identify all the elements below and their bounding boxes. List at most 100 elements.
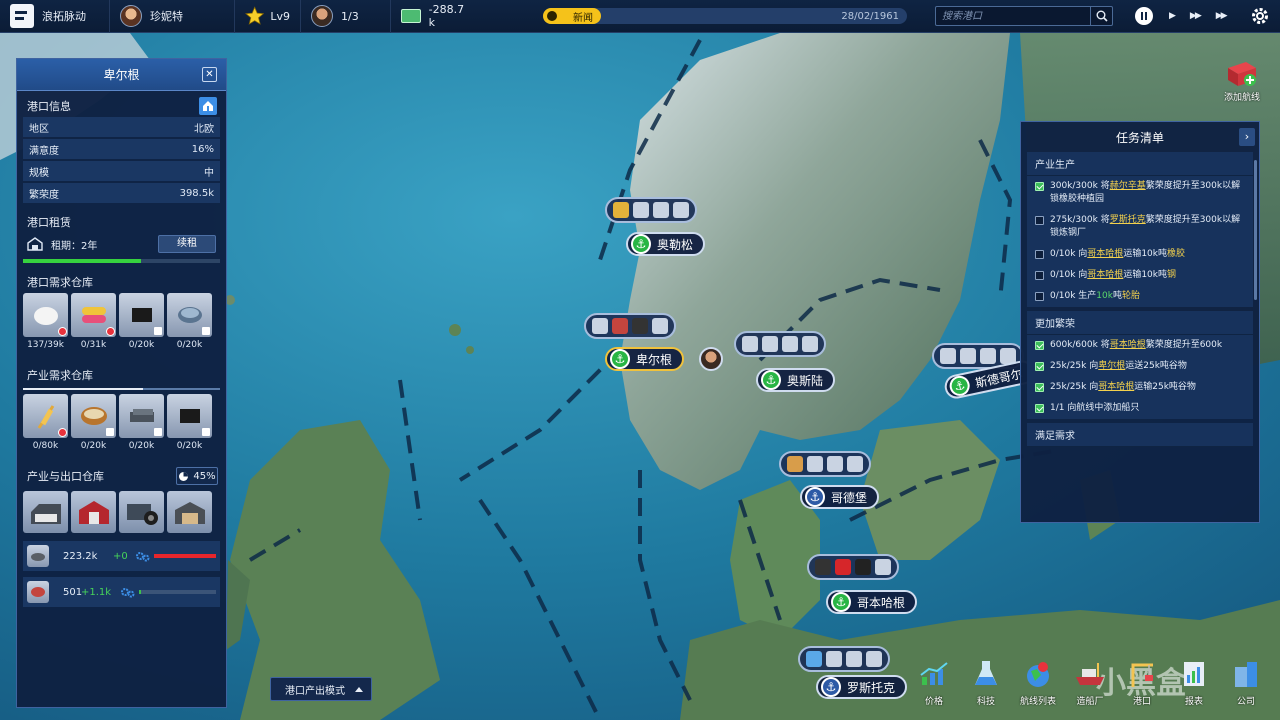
task-item[interactable]: 0/10k 向哥本哈根运输10k吨钢 [1027,265,1253,286]
dock-price-button[interactable]: 价格 [908,656,960,707]
dock-port-button[interactable]: 港口 [1116,656,1168,707]
task-item[interactable]: 0/10k 向哥本哈根运输10k吨橡胶 [1027,244,1253,265]
task-port-link[interactable]: 罗斯托克 [1110,215,1146,225]
task-port-link[interactable]: 赫尔辛基 [1110,181,1146,191]
section-port-demand: 港口需求仓库 [17,271,226,293]
news-ticker[interactable]: 新闻 28/02/1961 [543,8,907,24]
search-icon[interactable] [1090,7,1112,25]
news-button[interactable]: 新闻 [543,8,601,24]
port-name: 哥本哈根 [857,595,906,610]
production-row[interactable]: 223.2k +0 [23,541,220,571]
info-key: 满意度 [29,145,59,157]
port-info-icon[interactable] [199,97,217,115]
captain-avatar-icon[interactable] [699,347,723,371]
task-item[interactable]: 25k/25k 向哥本哈根运输25k吨谷物 [1027,377,1253,398]
port-marker-bergen[interactable]: ⚓ 卑尔根 [605,347,685,371]
checked-checkbox-icon [1035,341,1044,350]
slot-amount: 0/20k [176,441,203,451]
port-cargo-pill[interactable] [807,554,899,580]
task-item[interactable]: 275k/300k 将罗斯托克繁荣度提升至300k以解锁炼钢厂 [1027,210,1253,244]
export-percent-button[interactable]: 45% [176,467,218,485]
factory-icon[interactable] [23,491,68,533]
port-cargo-pill[interactable] [605,197,697,223]
play-speed-1-button[interactable]: ▶ [1169,11,1176,21]
task-group-title[interactable]: 更加繁荣 [1027,311,1253,335]
tire-factory-icon[interactable] [119,491,164,533]
port-cargo-pill[interactable] [798,646,890,672]
play-speed-2-button[interactable]: ▶▶ [1190,11,1202,21]
task-item[interactable]: 25k/25k 向卑尔根运送25k吨谷物 [1027,356,1253,377]
fabric-icon[interactable] [71,293,116,337]
task-group: 产业生产 300k/300k 将赫尔辛基繁荣度提升至300k以解锁橡胶种植园 275… [1027,152,1253,307]
port-marker-rostock[interactable]: ⚓ 罗斯托克 [816,675,908,699]
dock-report-button[interactable]: 报表 [1168,656,1220,707]
add-route-button[interactable]: 添加航线 [1220,58,1264,103]
task-text-part: 运输25k吨谷物 [1134,382,1196,392]
task-item[interactable]: 600k/600k 将哥本哈根繁荣度提升至600k [1027,335,1253,356]
section-port-info: 港口信息 [17,95,226,117]
level-segment[interactable]: Lv9 [235,0,301,33]
steel-icon[interactable] [119,394,164,438]
barn-icon[interactable] [71,491,116,533]
company-icon [1228,656,1264,692]
task-port-link[interactable]: 哥本哈根 [1087,249,1123,259]
port-marker-oslo[interactable]: ⚓ 奥斯陆 [756,368,836,392]
meat-icon [612,318,628,334]
task-text: 275k/300k 将罗斯托克繁荣度提升至300k以解锁炼钢厂 [1050,214,1247,240]
player-segment[interactable]: 珍妮特 [110,0,235,33]
money-value: -288.7 k [428,3,465,29]
port-cargo-pill[interactable] [779,451,871,477]
info-value: 北欧 [194,123,214,135]
renew-lease-button[interactable]: 续租 [158,235,216,253]
port-cargo-pill[interactable] [584,313,676,339]
task-group-title[interactable]: 产业生产 [1027,152,1253,176]
task-item[interactable]: 300k/300k 将赫尔辛基繁荣度提升至300k以解锁橡胶种植园 [1027,176,1253,210]
chip-icon[interactable] [119,293,164,337]
pause-button[interactable] [1135,7,1153,25]
settings-gear-icon[interactable] [1246,2,1274,30]
task-port-link[interactable]: 哥本哈根 [1110,340,1146,350]
cotton-icon[interactable] [23,293,68,337]
menu-logo-icon[interactable] [10,4,34,28]
dock-tech-button[interactable]: 科技 [960,656,1012,707]
money-segment[interactable]: -288.7 k [391,0,483,33]
grain-bowl-icon[interactable] [71,394,116,438]
production-row[interactable]: 501 +1.1k [23,577,220,607]
task-group-title[interactable]: 满足需求 [1027,423,1253,447]
top-bar: 浪拓脉动 珍妮特 Lv9 1/3 -288.7 k 新闻 28/02/1961 … [0,0,1280,33]
dock-company-button[interactable]: 公司 [1220,656,1272,707]
task-scrollbar[interactable] [1254,160,1257,300]
task-port-link[interactable]: 哥本哈根 [1098,382,1134,392]
can-icon[interactable] [167,293,212,337]
play-speed-3-button[interactable]: ▶▶ [1216,11,1228,21]
player-avatar[interactable] [120,5,142,27]
task-port-link[interactable]: 卑尔根 [1098,361,1125,371]
port-cargo-pill[interactable] [734,331,826,357]
task-item[interactable]: 0/10k 生产10k吨轮胎 [1027,286,1253,307]
warehouse-icon[interactable] [167,491,212,533]
collapse-arrow-icon[interactable]: › [1239,128,1255,146]
chevron-up-icon [355,687,363,692]
crew-segment[interactable]: 1/3 [301,0,391,33]
dock-shipyard-button[interactable]: 造船厂 [1064,656,1116,707]
chip-icon[interactable] [167,394,212,438]
port-output-mode-button[interactable]: 港口产出模式 [270,677,372,701]
task-text-part: 0/10k 向 [1050,249,1088,259]
checked-checkbox-icon [1035,362,1044,371]
port-marker-gothenburg[interactable]: ⚓ 哥德堡 [800,485,880,509]
info-value: 中 [204,167,214,179]
info-key: 规模 [29,167,49,179]
port-marker-copenhagen[interactable]: ⚓ 哥本哈根 [826,590,918,614]
company-segment[interactable]: 浪拓脉动 [0,0,110,33]
checked-checkbox-icon [1035,182,1044,191]
port-search[interactable] [935,6,1113,26]
port-marker-alesund[interactable]: ⚓ 奥勒松 [626,232,706,256]
task-text-part: 运送25k吨谷物 [1125,361,1187,371]
wheat-icon[interactable] [23,394,68,438]
task-port-link[interactable]: 哥本哈根 [1087,270,1123,280]
dock-routes-button[interactable]: 航线列表 [1012,656,1064,707]
slot-amount: 0/20k [128,340,155,350]
close-icon[interactable]: ✕ [202,67,217,82]
task-item[interactable]: 1/1 向航线中添加船只 [1027,398,1253,419]
search-input[interactable] [936,7,1090,25]
